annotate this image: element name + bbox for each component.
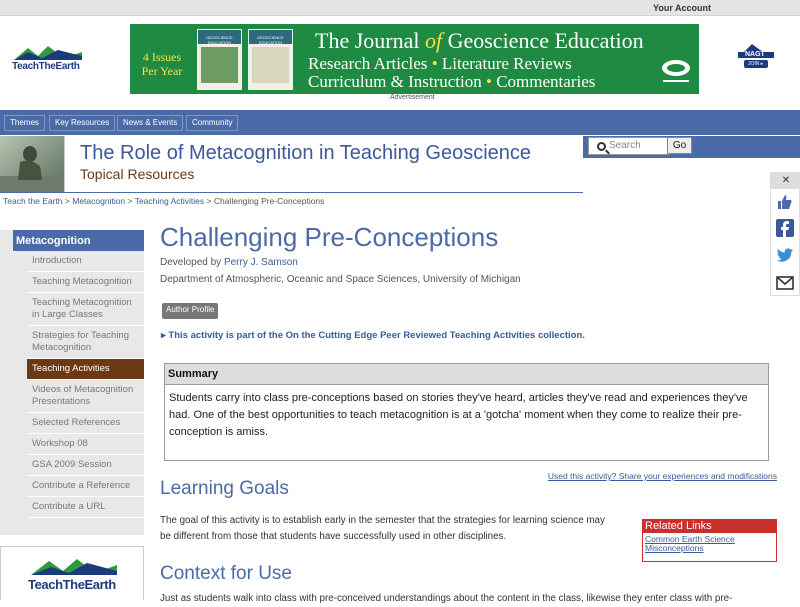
sidebar-teach-the-earth-logo[interactable]: TeachTheEarth (0, 546, 144, 600)
breadcrumb-teaching-activities[interactable]: Teaching Activities (135, 196, 204, 206)
issues-per-year: 4 Issues Per Year (141, 50, 183, 78)
nav-themes[interactable]: Themes (4, 115, 45, 131)
mountain-logo-icon (14, 46, 82, 60)
banner-curriculum: Curriculum & Instruction (308, 72, 482, 91)
journal-cover-1: GEOSCIENCE EDUCATION (197, 29, 242, 90)
advertisement-label: Advertisement (390, 94, 435, 101)
logo-text: TeachTheEarth (12, 61, 80, 72)
nav-key-resources[interactable]: Key Resources (49, 115, 116, 131)
related-links-heading: Related Links (643, 520, 776, 533)
header-photo (0, 136, 64, 192)
related-links-box: Related Links Common Earth Science Misco… (642, 519, 777, 562)
page-subtitle: Topical Resources (80, 166, 195, 182)
logo-text: TeachTheEarth (28, 577, 116, 592)
close-icon[interactable]: ✕ (771, 173, 800, 189)
breadcrumb-sep: > (204, 196, 214, 206)
sidebar-item-workshop-08[interactable]: Workshop 08 (27, 434, 144, 455)
bullet-dot: • (481, 72, 497, 91)
summary-text: Students carry into class pre-conception… (169, 392, 748, 438)
cover-label: GEOSCIENCE EDUCATION (249, 30, 292, 45)
search-input[interactable]: Search (588, 137, 670, 155)
share-experience-link[interactable]: Used this activity? Share your experienc… (548, 471, 777, 481)
nagt-join[interactable]: JOIN ▸ (748, 61, 763, 67)
mountain-logo-icon (31, 559, 117, 575)
sidebar-item-videos[interactable]: Videos of Metacognition Presentations (27, 380, 144, 413)
summary-heading: Summary (165, 364, 768, 385)
sidebar-item-contribute-reference[interactable]: Contribute a Reference (27, 476, 144, 497)
sidebar: Metacognition Introduction Teaching Meta… (0, 230, 144, 535)
byline: Developed by Perry J. Samson (160, 257, 298, 268)
activity-title: Challenging Pre-Conceptions (160, 222, 499, 252)
main-nav: Themes Key Resources News & Events Commu… (0, 110, 800, 135)
sidebar-item-large-classes[interactable]: Teaching Metacognition in Large Classes (27, 293, 144, 326)
developed-by-label: Developed by (160, 257, 224, 268)
twitter-icon[interactable] (776, 246, 794, 264)
breadcrumb-current: Challenging Pre-Conceptions (213, 196, 325, 206)
lamp-icon (662, 60, 690, 82)
related-link-misconceptions[interactable]: Common Earth Science Misconceptions (643, 533, 776, 555)
banner-title: The Journal of Geoscience Education (315, 28, 644, 54)
sidebar-item-gsa-2009[interactable]: GSA 2009 Session (27, 455, 144, 476)
banner-commentaries: Commentaries (496, 72, 596, 91)
journal-advert-banner[interactable]: 4 Issues Per Year GEOSCIENCE EDUCATION G… (130, 24, 699, 94)
cover-label: GEOSCIENCE EDUCATION (198, 30, 241, 45)
nagt-text: NAGT (745, 51, 765, 58)
breadcrumb-teach-the-earth[interactable]: Teach the Earth (3, 196, 63, 206)
nav-community[interactable]: Community (186, 115, 239, 131)
learning-goals-text: The goal of this activity is to establis… (160, 515, 605, 542)
banner-line-2: Research Articles • Literature Reviews (308, 54, 572, 74)
facebook-icon[interactable] (776, 219, 794, 237)
sidebar-item-teaching-metacognition[interactable]: Teaching Metacognition (27, 272, 144, 293)
search-placeholder: Search (609, 140, 641, 151)
bullet-dot: • (427, 54, 442, 73)
sidebar-item-strategies[interactable]: Strategies for Teaching Metacognition (27, 326, 144, 359)
breadcrumb-metacognition[interactable]: Metacognition (72, 196, 125, 206)
author-profile-button[interactable]: Author Profile (162, 303, 219, 319)
nav-news-events[interactable]: News & Events (117, 115, 184, 131)
sidebar-item-selected-references[interactable]: Selected References (27, 413, 144, 434)
sidebar-item-introduction[interactable]: Introduction (27, 251, 144, 272)
summary-box: Summary Students carry into class pre-co… (164, 363, 769, 461)
banner-title-of: of (424, 28, 443, 53)
banner-reviews: Literature Reviews (441, 54, 572, 73)
email-icon[interactable] (776, 274, 794, 292)
page-title: The Role of Metacognition in Teaching Ge… (80, 142, 532, 164)
sidebar-heading[interactable]: Metacognition (13, 230, 144, 251)
author-link[interactable]: Perry J. Samson (224, 257, 298, 268)
cutting-edge-text: This activity is part of the On the Cutt… (168, 330, 585, 341)
banner-line-3: Curriculum & Instruction • Commentaries (308, 72, 595, 92)
search-icon (597, 142, 606, 151)
thinker-statue-icon (0, 146, 64, 192)
like-icon[interactable] (776, 193, 794, 211)
learning-goals-heading: Learning Goals (160, 478, 289, 499)
breadcrumb: Teach the Earth > Metacognition > Teachi… (3, 196, 324, 206)
search-go-button[interactable]: Go (667, 137, 692, 154)
header-rule (0, 192, 583, 193)
banner-research: Research Articles (308, 54, 428, 73)
cutting-edge-toggle[interactable]: ▸ This activity is part of the On the Cu… (161, 330, 585, 341)
breadcrumb-sep: > (62, 196, 73, 206)
context-heading: Context for Use (160, 563, 292, 584)
your-account-link[interactable]: Your Account (653, 3, 711, 13)
breadcrumb-sep: > (125, 196, 135, 206)
sidebar-item-teaching-activities[interactable]: Teaching Activities (27, 359, 144, 380)
nagt-logo[interactable]: NAGT JOIN ▸ (738, 42, 774, 68)
author-department: Department of Atmospheric, Oceanic and S… (160, 274, 521, 285)
share-sidebar: ✕ (770, 172, 800, 296)
context-text: Just as students walk into class with pr… (160, 593, 733, 604)
top-bar: Your Account (0, 0, 800, 16)
journal-cover-2: GEOSCIENCE EDUCATION (248, 29, 293, 90)
banner-title-post: Geoscience Education (442, 28, 644, 53)
teach-the-earth-logo[interactable]: TeachTheEarth (12, 44, 84, 72)
banner-title-pre: The Journal (315, 28, 425, 53)
sidebar-item-contribute-url[interactable]: Contribute a URL (27, 497, 144, 518)
